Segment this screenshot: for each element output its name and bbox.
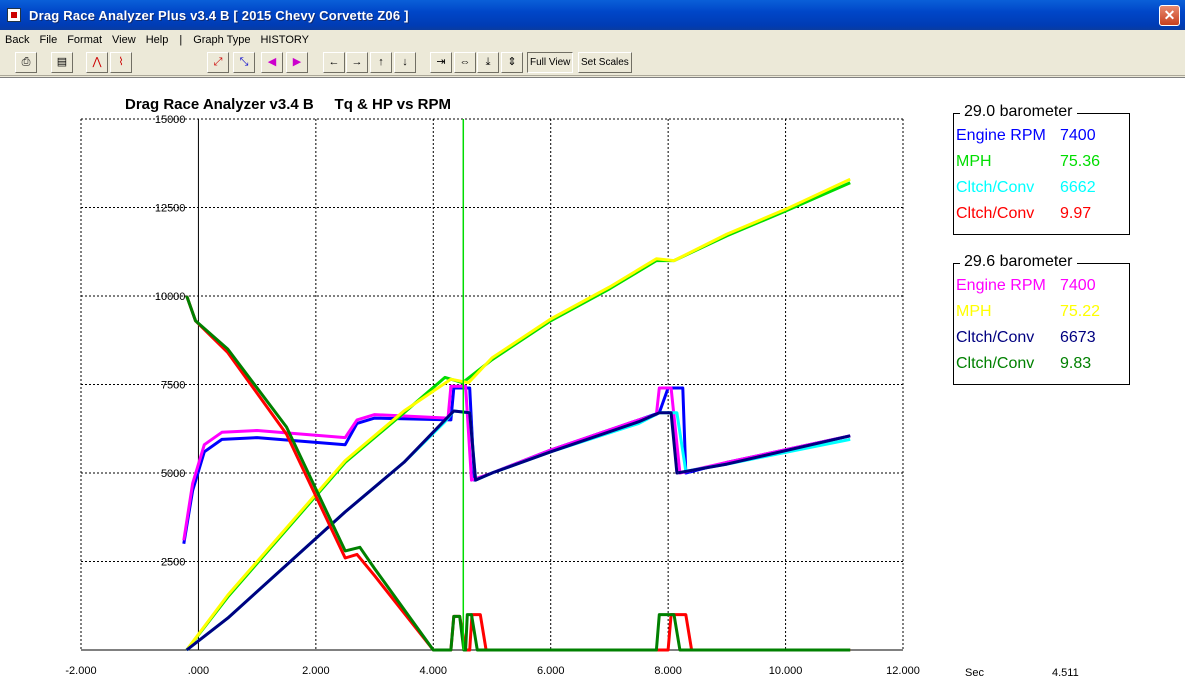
x-tick-label: 10.000 <box>769 665 803 677</box>
y-tick-label: 7500 <box>161 380 185 392</box>
toolbar: ⎙ ▤ ⋀ ⌇ ⤢ ⤡ ◀ ▶ ← → ↑ ↓ ⇥ ⇔ ⤓ ⇕ Full Vie… <box>0 49 1185 76</box>
series-line <box>182 386 851 545</box>
step-left-icon[interactable]: ◀ <box>261 52 283 73</box>
series-line <box>185 177 851 651</box>
y-tick-label: 2500 <box>161 557 185 569</box>
series-line <box>185 181 851 651</box>
legend-label: Cltch/Conv <box>956 205 1035 222</box>
x-tick-label: 6.000 <box>537 665 565 677</box>
legend-value: 6662 <box>1060 179 1096 196</box>
x-tick-label: -2.000 <box>65 665 96 677</box>
menu-separator: | <box>179 33 183 46</box>
app-icon[interactable] <box>7 8 21 22</box>
x-tick-label: .000 <box>188 665 209 677</box>
pan-up-icon[interactable]: ↑ <box>370 52 392 73</box>
legend-panel-2: 29.6 barometer Engine RPM 7400 MPH 75.22 Clt… <box>953 253 1130 385</box>
legend-value: 7400 <box>1060 127 1096 144</box>
menu-view[interactable]: View <box>107 34 141 46</box>
set-scales-button[interactable]: Set Scales <box>578 52 632 73</box>
menu-format[interactable]: Format <box>62 34 107 46</box>
zoom-out-y-icon[interactable]: ⇕ <box>501 52 523 73</box>
y-tick-label: 12500 <box>155 203 186 215</box>
title-bar: Drag Race Analyzer Plus v3.4 B [ 2015 Ch… <box>0 0 1185 30</box>
graph-add-icon[interactable]: ⤢ <box>207 52 229 73</box>
window-title: Drag Race Analyzer Plus v3.4 B [ 2015 Ch… <box>29 7 409 23</box>
pan-right-icon[interactable]: → <box>346 52 368 73</box>
menu-history[interactable]: HISTORY <box>255 34 314 46</box>
legend-value: 9.97 <box>1060 205 1092 222</box>
legend-value: 7400 <box>1060 277 1096 294</box>
y-tick-label: 5000 <box>161 468 185 480</box>
x-tick-label: 8.000 <box>654 665 682 677</box>
legend-label: MPH <box>956 153 992 170</box>
legend-value: 9.83 <box>1060 355 1092 372</box>
legend-title: 29.0 barometer <box>960 103 1077 121</box>
cursor-value: 4.511 <box>1052 667 1079 679</box>
chart-title: Drag Race Analyzer v3.4 B Tq & HP vs RPM <box>125 96 451 113</box>
menu-graph-type[interactable]: Graph Type <box>188 34 255 46</box>
y-tick-label: 10000 <box>155 291 186 303</box>
save-icon[interactable]: ▤ <box>51 52 73 73</box>
cursor-unit-label: Sec <box>965 667 984 679</box>
menu-file[interactable]: File <box>34 34 62 46</box>
step-right-icon[interactable]: ▶ <box>286 52 308 73</box>
full-view-button[interactable]: Full View <box>527 52 574 73</box>
chart-b-icon[interactable]: ⌇ <box>110 52 132 73</box>
legend-label: Cltch/Conv <box>956 355 1035 372</box>
chart-a-icon[interactable]: ⋀ <box>86 52 108 73</box>
graph-compare-icon[interactable]: ⤡ <box>233 52 255 73</box>
legend-label: MPH <box>956 303 992 320</box>
legend-value: 75.22 <box>1060 303 1101 320</box>
legend-panel-1: 29.0 barometer Engine RPM 7400 MPH 75.36 Clt… <box>953 103 1130 235</box>
print-icon[interactable]: ⎙ <box>15 52 37 73</box>
close-button[interactable]: ✕ <box>1159 5 1180 26</box>
legend-title: 29.6 barometer <box>960 253 1077 271</box>
legend-value: 75.36 <box>1060 153 1101 170</box>
menu-bar: Back File Format View Help | Graph Type … <box>0 30 1185 49</box>
legend-label: Engine RPM <box>956 277 1046 294</box>
menu-help[interactable]: Help <box>141 34 174 46</box>
legend-label: Engine RPM <box>956 127 1046 144</box>
zoom-in-y-icon[interactable]: ⤓ <box>477 52 499 73</box>
x-tick-label: 12.000 <box>886 665 920 677</box>
y-tick-label: 15000 <box>155 114 186 126</box>
x-tick-label: 2.000 <box>302 665 330 677</box>
menu-back[interactable]: Back <box>0 34 34 46</box>
pan-left-icon[interactable]: ← <box>323 52 345 73</box>
pan-down-icon[interactable]: ↓ <box>394 52 416 73</box>
legend-value: 6673 <box>1060 329 1096 346</box>
graph-area[interactable]: Drag Race Analyzer v3.4 B Tq & HP vs RPM… <box>0 77 1185 694</box>
zoom-in-x-icon[interactable]: ⇥ <box>430 52 452 73</box>
zoom-out-x-icon[interactable]: ⇔ <box>454 52 476 73</box>
x-tick-label: 4.000 <box>420 665 448 677</box>
legend-label: Cltch/Conv <box>956 179 1035 196</box>
legend-label: Cltch/Conv <box>956 329 1035 346</box>
